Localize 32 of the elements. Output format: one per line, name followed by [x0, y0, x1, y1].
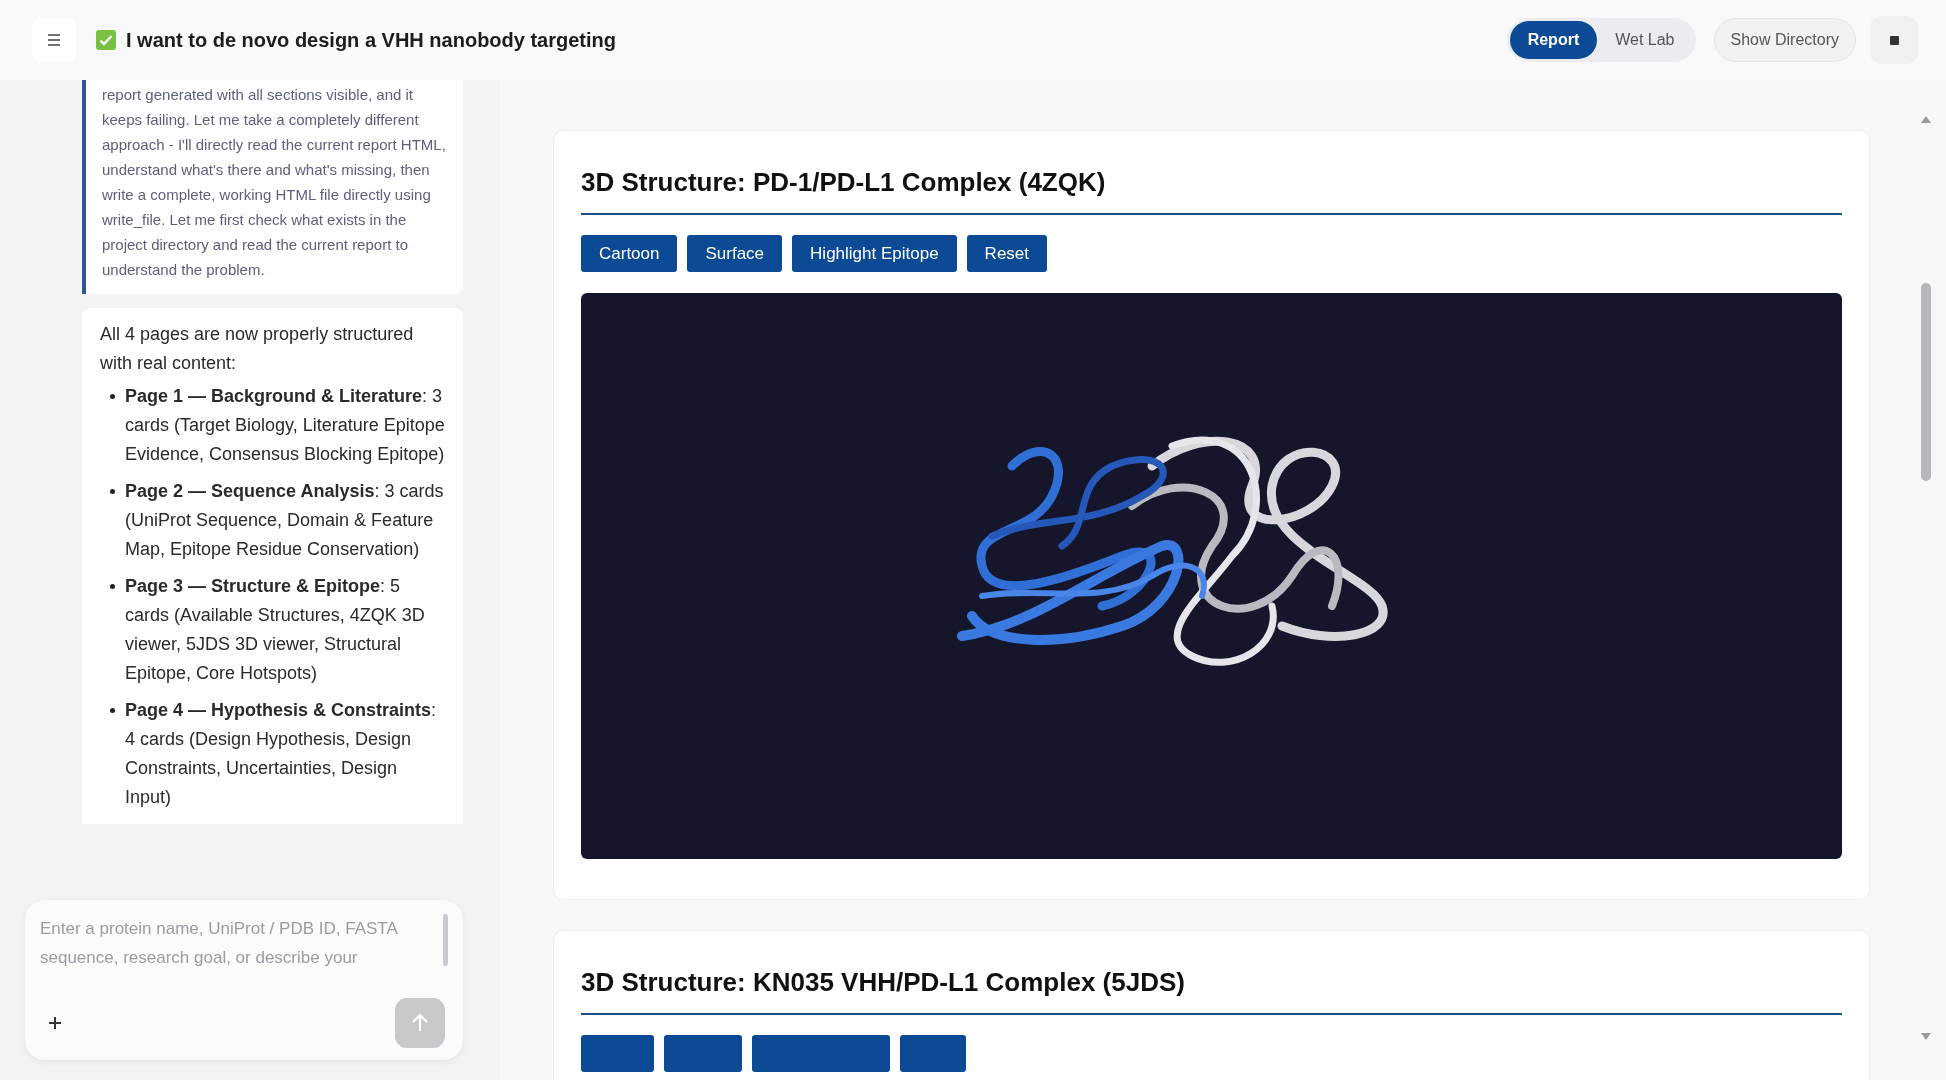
bullet-icon: [110, 489, 115, 494]
view-tab[interactable]: Wet Lab: [1597, 21, 1693, 59]
menu-icon: [47, 34, 61, 46]
section-title: 3D Structure: PD-1/PD-L1 Complex (4ZQK): [581, 166, 1107, 199]
view-tab[interactable]: Report: [1509, 21, 1598, 59]
scrollbar-thumb[interactable]: [1921, 283, 1931, 481]
viewer-button[interactable]: Surface: [687, 235, 783, 272]
message-input[interactable]: Enter a protein name, UniProt / PDB ID, FASTA sequence, research goal, or describe your: [40, 914, 445, 974]
stop-icon: [1889, 35, 1899, 45]
bullet-icon: [110, 708, 115, 713]
check-icon: [96, 30, 116, 50]
scroll-down-icon[interactable]: [1921, 1033, 1931, 1040]
quote-text: report generated with all sections visible, and it keeps failing. Let me take a completely different approach - I'll directly read the current report HTML, understand what's there and what's missing, then write a complete, working HTML file directly using write_file. Let me first check what exists in the project directory and read the current report to understand the problem.: [102, 85, 447, 280]
list-item-text: Page 3 — Structure & Epitope: 5 cards (Available Structures, 4ZQK 3D viewer, 5JDS 3D viewer, Structural Epitope, Core Hotspots): [125, 575, 426, 685]
bullet-icon: [110, 394, 115, 399]
viewer-button[interactable]: Reset: [966, 235, 1048, 272]
message-text: All 4 pages are now properly structured with real content:: [100, 323, 415, 375]
menu-button[interactable]: [32, 18, 76, 62]
bullet-icon: [110, 584, 115, 589]
stop-button[interactable]: [1870, 16, 1918, 64]
list-item-text: Page 1 — Background & Literature: 3 cards (Target Biology, Literature Epitope Evidence, Consensus Blocking Epitope): [125, 385, 445, 466]
show-directory-button[interactable]: Show Directory: [1713, 18, 1856, 62]
message-composer[interactable]: Enter a protein name, UniProt / PDB ID, FASTA sequence, research goal, or describe your: [25, 900, 463, 1060]
list-item-text: Page 2 — Sequence Analysis: 3 cards (UniProt Sequence, Domain & Feature Map, Epitope Residue Conservation): [125, 480, 445, 561]
structure-viewer[interactable]: [581, 293, 1842, 859]
scroll-up-icon[interactable]: [1921, 116, 1931, 123]
chat-title: I want to de novo design a VHH nanobody targeting: [126, 28, 617, 52]
plus-icon: [48, 1016, 62, 1030]
viewer-button[interactable]: Cartoon: [581, 235, 678, 272]
viewer-button[interactable]: Highlight Epitope: [792, 235, 957, 272]
list-item-text: Page 4 — Hypothesis & Constraints: 4 cards (Design Hypothesis, Design Constraints, Uncertainties, Design Input): [125, 699, 438, 809]
section-title: 3D Structure: KN035 VHH/PD-L1 Complex (5JDS): [581, 966, 1186, 999]
